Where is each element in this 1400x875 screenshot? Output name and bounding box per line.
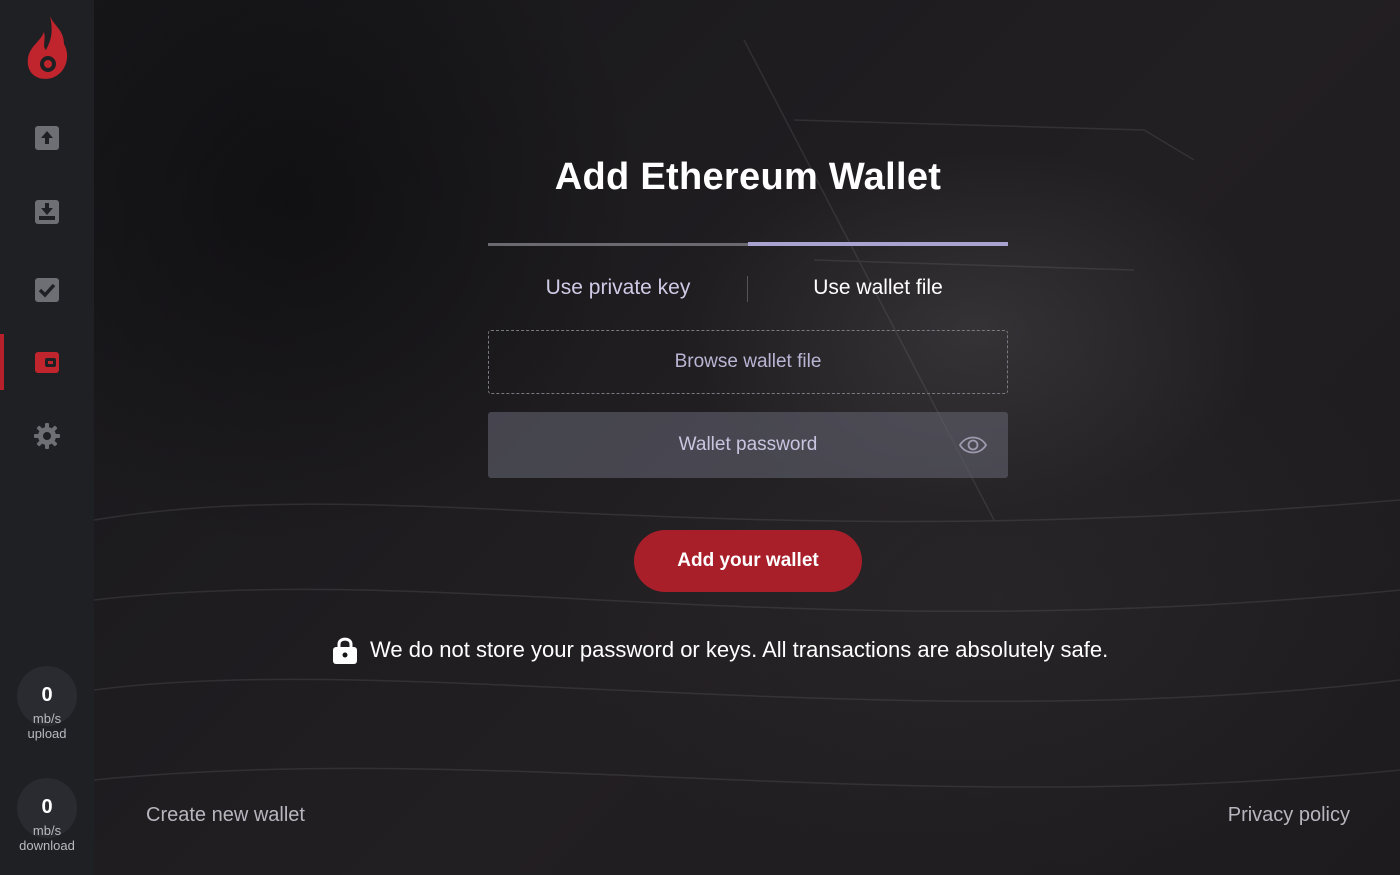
- app-logo-icon: [27, 16, 68, 79]
- sidebar-item-download[interactable]: [0, 184, 94, 240]
- tab-underline-active: [748, 242, 1008, 246]
- wallet-password-input[interactable]: [488, 412, 1008, 478]
- browse-wallet-file-button[interactable]: Browse wallet file: [488, 330, 1008, 394]
- tab-indicator: [488, 242, 1008, 247]
- download-icon: [35, 200, 59, 224]
- wallet-icon: [35, 352, 59, 373]
- sidebar-item-wallet[interactable]: [0, 334, 94, 390]
- sidebar-item-tasks[interactable]: [0, 262, 94, 318]
- tab-wallet-file[interactable]: Use wallet file: [748, 268, 1008, 308]
- download-speed-unit: mb/s: [32, 823, 62, 838]
- wallet-password-field: [488, 412, 1008, 478]
- download-speed-widget: 0 mb/s download: [14, 778, 80, 853]
- upload-icon: [35, 126, 59, 150]
- security-notice-text: We do not store your password or keys. A…: [370, 637, 1109, 662]
- sidebar: 0 mb/s upload 0 mb/s download: [0, 0, 94, 875]
- lock-icon: [333, 637, 357, 664]
- tab-underline-inactive: [488, 243, 748, 246]
- upload-speed-widget: 0 mb/s upload: [14, 666, 80, 741]
- browse-wallet-file-label: Browse wallet file: [674, 351, 822, 372]
- gear-icon: [34, 423, 60, 449]
- checkbox-icon: [35, 278, 59, 302]
- page-title: Add Ethereum Wallet: [554, 156, 942, 198]
- add-your-wallet-button[interactable]: Add your wallet: [634, 530, 862, 592]
- create-new-wallet-link[interactable]: Create new wallet: [146, 804, 305, 827]
- download-speed-value: 0: [41, 796, 53, 818]
- tab-private-key[interactable]: Use private key: [488, 268, 748, 308]
- upload-speed-value: 0: [41, 684, 53, 706]
- show-password-eye-icon[interactable]: [958, 432, 988, 458]
- security-notice: We do not store your password or keys. A…: [332, 632, 1172, 668]
- upload-speed-unit: mb/s: [32, 711, 62, 726]
- privacy-policy-link[interactable]: Privacy policy: [1228, 804, 1350, 827]
- sidebar-item-settings[interactable]: [0, 408, 94, 464]
- sidebar-item-upload[interactable]: [0, 110, 94, 166]
- download-speed-label: download: [19, 838, 75, 853]
- upload-speed-label: upload: [27, 726, 67, 741]
